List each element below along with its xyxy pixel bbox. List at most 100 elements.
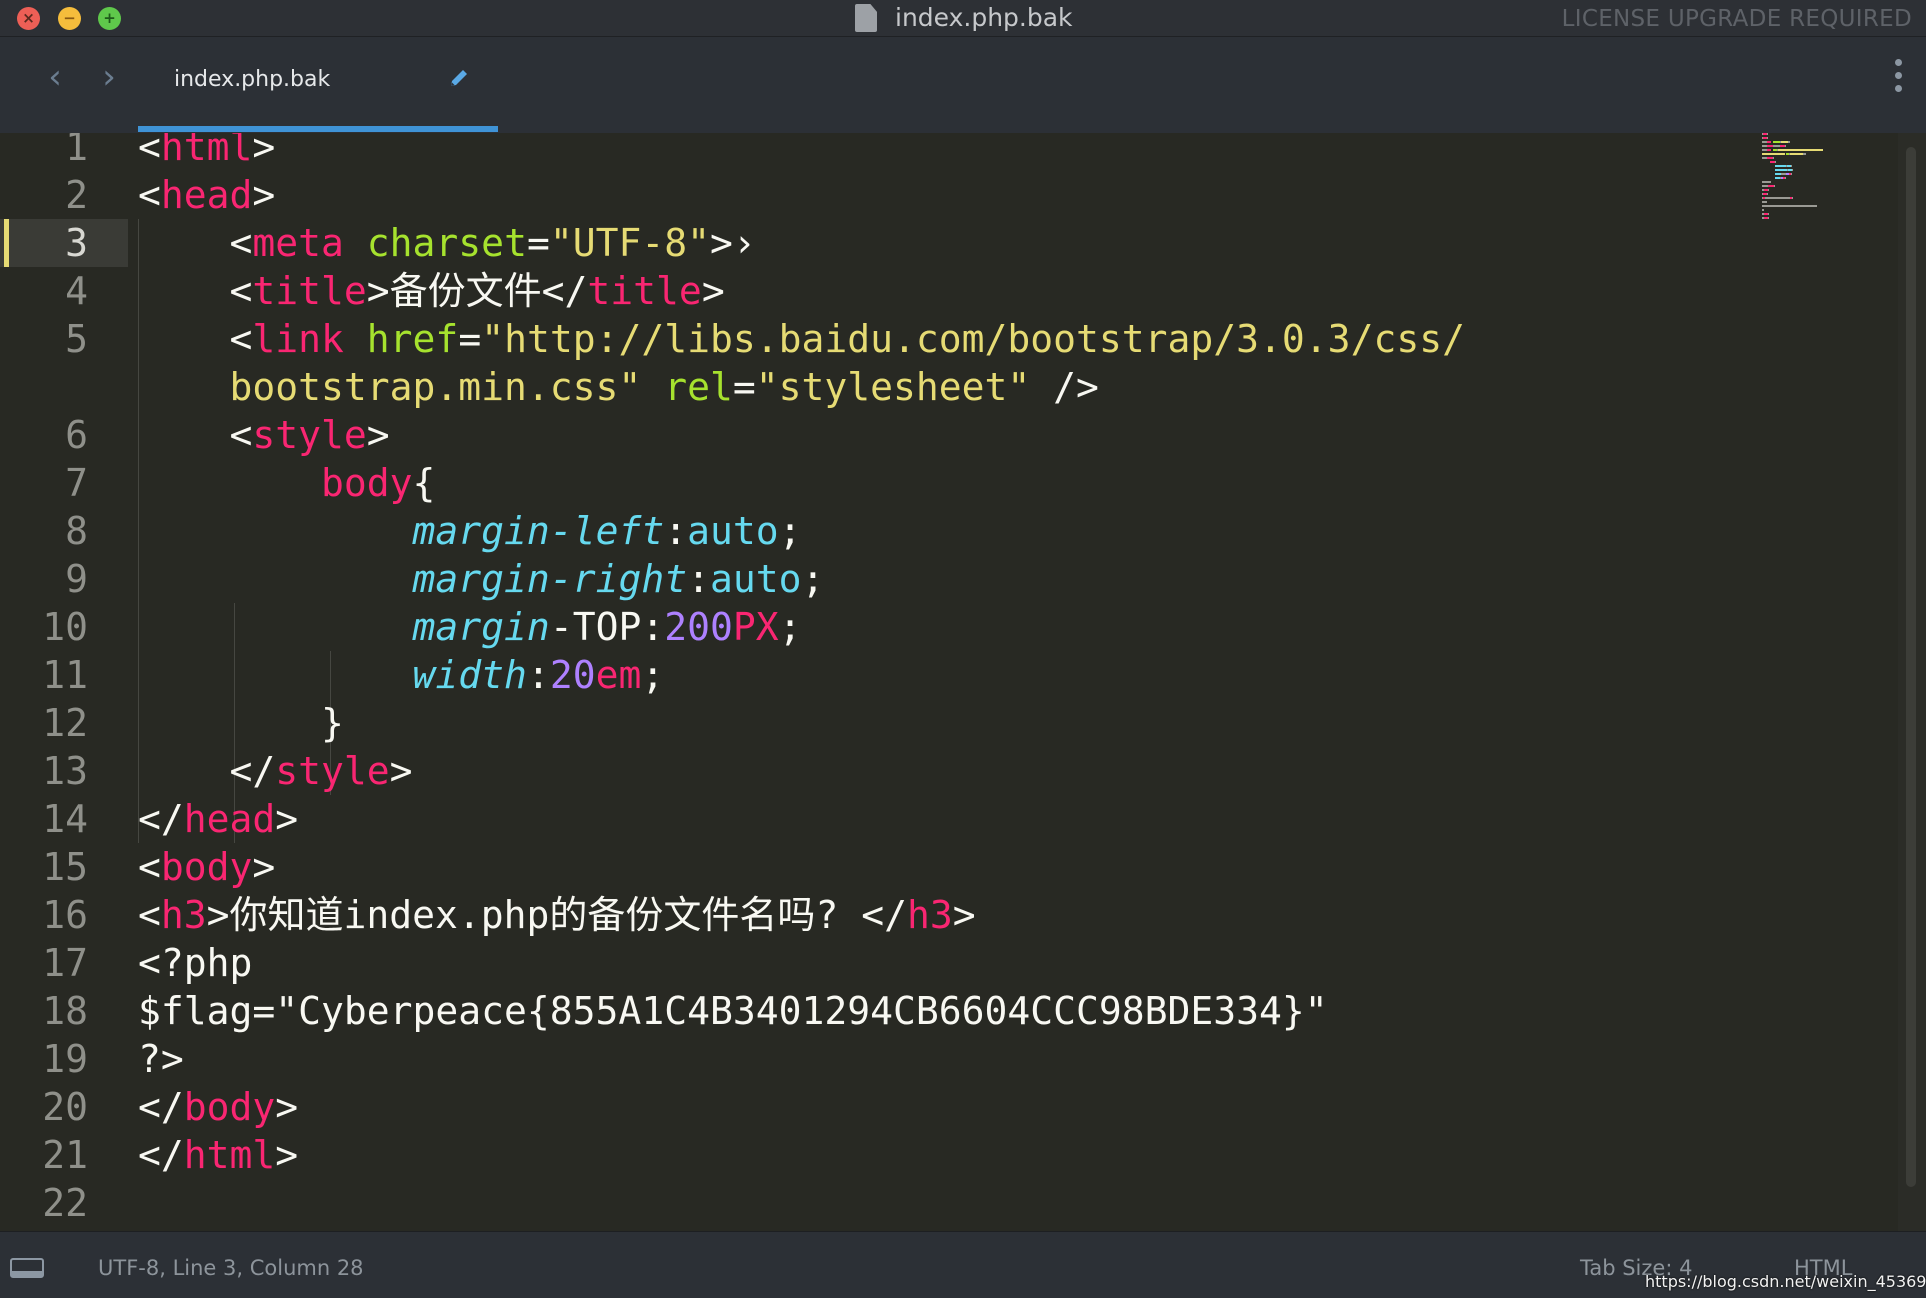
more-vertical-icon[interactable] <box>1892 59 1904 99</box>
line-number: 20 <box>42 1085 88 1129</box>
code-token: ?> <box>138 1037 184 1081</box>
minimap-stroke <box>1768 213 1770 215</box>
line-number: 3 <box>65 221 88 265</box>
code-token: /> <box>1030 365 1099 409</box>
code-token: >你知道index.php的备份文件名吗? </ <box>206 893 907 937</box>
minimize-window-button[interactable]: − <box>58 7 81 30</box>
code-area[interactable]: <html> <head> <meta charset="UTF-8">› <ti… <box>138 133 1465 1177</box>
license-notice[interactable]: LICENSE UPGRADE REQUIRED <box>1562 6 1912 32</box>
line-number: 12 <box>42 701 88 745</box>
minimap-stroke <box>1762 201 1768 203</box>
code-token: : <box>526 653 550 697</box>
status-bar: UTF-8, Line 3, Column 28 Tab Size: 4 HTM… <box>0 1231 1926 1298</box>
code-token: </ <box>138 749 276 793</box>
code-line: <h3>你知道index.php的备份文件名吗? </h3> <box>138 891 976 939</box>
code-token: width <box>412 653 527 697</box>
code-token: ; <box>778 509 802 553</box>
code-line: </body> <box>138 1083 298 1131</box>
panel-toggle-icon[interactable] <box>10 1258 44 1278</box>
code-token: margin <box>412 605 550 649</box>
window-title: index.php.bak <box>895 3 1073 32</box>
code-token: 20 <box>549 653 596 697</box>
minimap-stroke <box>1768 217 1770 219</box>
minimap-stroke <box>1780 141 1789 143</box>
minimap-stroke <box>1792 197 1794 199</box>
line-number: 21 <box>42 1133 88 1177</box>
code-token: 200 <box>664 605 733 649</box>
chevron-right-icon[interactable]: › <box>94 59 124 95</box>
line-number-gutter: 1 2 3 4 5 6 7 8 9 10 11 12 13 14 15 16 17 18 19 20 21 22 <box>0 133 128 1231</box>
code-token: meta <box>252 221 344 265</box>
code-token: < <box>138 413 253 457</box>
minimap-stroke <box>1785 145 1787 147</box>
code-token: < <box>138 221 253 265</box>
code-token: title <box>252 269 367 313</box>
minimap-stroke <box>1762 209 1765 211</box>
code-token: ; <box>778 605 802 649</box>
vertical-scrollbar[interactable] <box>1898 133 1926 1231</box>
line-number: 11 <box>42 653 88 697</box>
code-line: <style> <box>138 411 390 459</box>
minimap-stroke <box>1802 153 1807 155</box>
code-token: h3 <box>160 893 207 937</box>
code-token: { <box>412 461 436 505</box>
code-token: < <box>138 133 161 169</box>
minimap-stroke <box>1767 193 1769 195</box>
line-number: 14 <box>42 797 88 841</box>
code-token: > <box>252 845 276 889</box>
code-line: $flag="Cyberpeace{855A1C4B3401294CB6604C… <box>138 987 1328 1035</box>
line-number: 16 <box>42 893 88 937</box>
active-tab-indicator <box>138 126 498 132</box>
close-window-button[interactable]: × <box>17 7 40 30</box>
cursor-position: UTF-8, Line 3, Column 28 <box>98 1256 364 1280</box>
code-token: rel <box>664 365 733 409</box>
line-number: 6 <box>65 413 88 457</box>
code-token: html <box>160 133 253 169</box>
code-token: style <box>275 749 390 793</box>
code-token: em <box>595 653 642 697</box>
minimap-stroke <box>1785 177 1787 179</box>
minimap-stroke <box>1762 153 1786 155</box>
pencil-icon[interactable] <box>448 67 470 89</box>
line-number: 19 <box>42 1037 88 1081</box>
code-token: > <box>701 269 725 313</box>
code-line: <?php <box>138 939 252 987</box>
minimap[interactable] <box>1758 133 1898 253</box>
code-token: </ <box>138 797 184 841</box>
line-number: 1 <box>65 133 88 169</box>
code-token: margin-right <box>412 557 688 601</box>
line-number: 22 <box>42 1181 88 1225</box>
code-line: <body> <box>138 843 275 891</box>
code-token: "UTF-8" <box>549 221 710 265</box>
scrollbar-thumb[interactable] <box>1906 147 1916 1187</box>
code-line: <html> <box>138 133 275 171</box>
code-token: = <box>458 317 482 361</box>
code-token: "http://libs.baidu.com/bootstrap/3.0.3/c… <box>481 317 1465 361</box>
code-token: auto <box>709 557 802 601</box>
code-line: bootstrap.min.css" rel="stylesheet" /> <box>138 363 1099 411</box>
minimap-stroke <box>1772 141 1780 143</box>
code-token: bootstrap.min.css" <box>138 365 642 409</box>
code-token: -TOP: <box>549 605 665 649</box>
line-number: 5 <box>65 317 88 361</box>
minimap-stroke <box>1767 137 1769 139</box>
code-token: < <box>138 845 161 889</box>
code-line: width:20em; <box>138 651 665 699</box>
chevron-left-icon[interactable]: ‹ <box>40 59 70 95</box>
code-editor[interactable]: 1 2 3 4 5 6 7 8 9 10 11 12 13 14 15 16 17 18 19 20 21 22 <htm… <box>0 133 1898 1231</box>
code-token: style <box>252 413 367 457</box>
code-token: </ <box>138 1133 184 1177</box>
code-token: <?php <box>138 941 253 985</box>
tab-index-php-bak[interactable]: index.php.bak <box>138 37 498 132</box>
code-token: = <box>732 365 756 409</box>
minimap-stroke <box>1767 141 1772 143</box>
code-token: ; <box>641 653 665 697</box>
maximize-window-button[interactable]: + <box>98 7 121 30</box>
line-number: 4 <box>65 269 88 313</box>
code-line: margin-left:auto; <box>138 507 802 555</box>
code-line: <head> <box>138 171 275 219</box>
title-bar: × − + index.php.bak LICENSE UPGRADE REQU… <box>0 0 1926 37</box>
